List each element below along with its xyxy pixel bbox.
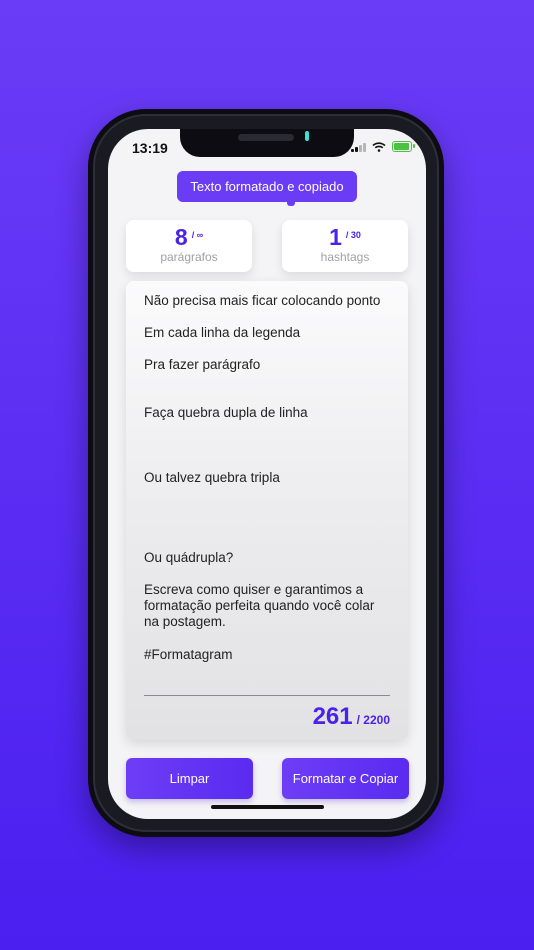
paragraphs-stat-card: 8 / ∞ parágrafos [126,220,252,272]
battery-icon [392,141,415,152]
speaker-grille [238,134,294,141]
editor-divider [144,695,390,696]
caption-line: Pra fazer parágrafo [144,357,261,372]
caption-line: formatação perfeita quando você colar [144,598,375,613]
character-count: 261 [312,703,353,730]
status-icons [351,141,415,152]
caption-line: #Formatagram [144,647,233,662]
paragraphs-label: parágrafos [160,250,218,264]
cellular-signal-icon [351,142,366,152]
format-copy-button[interactable]: Formatar e Copiar [282,758,409,799]
paragraphs-max: / ∞ [191,230,204,240]
caption-line: Em cada linha da legenda [144,325,301,340]
paragraphs-count: 8 [174,224,188,250]
status-time: 13:19 [132,140,168,156]
caption-line: Faça quebra dupla de linha [144,405,308,420]
caption-line: Não precisa mais ficar colocando ponto [144,293,381,308]
hashtags-stat-card: 1 / 30 hashtags [282,220,408,272]
camera-icon [305,131,309,141]
caption-line: Escreva como quiser e garantimos a [144,582,364,597]
notch [180,129,354,157]
home-indicator[interactable] [211,805,324,809]
hashtags-count: 1 [329,224,342,250]
hashtags-max: / 30 [345,230,361,240]
app-screen: 13:19 Texto formatado e copiado 8 / ∞ pa… [108,129,426,819]
wifi-icon [372,141,386,152]
caption-text-area[interactable]: Não precisa mais ficar colocando ponto E… [126,281,408,740]
character-counter: 261 / 2200 [313,703,390,731]
character-max: / 2200 [356,713,390,727]
clear-button[interactable]: Limpar [126,758,253,799]
hashtags-label: hashtags [320,250,370,264]
caption-line: Ou talvez quebra tripla [144,470,280,485]
caption-line: na postagem. [144,614,226,629]
copied-toast: Texto formatado e copiado [177,171,357,206]
caption-line: Ou quádrupla? [144,550,234,565]
